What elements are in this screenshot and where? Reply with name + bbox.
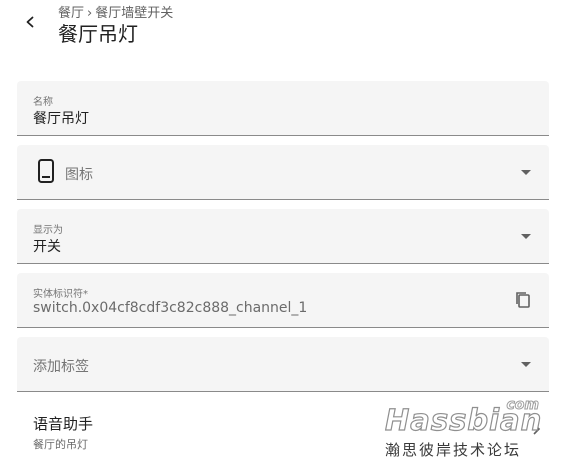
show-as-select[interactable]: 显示为 开关 <box>17 209 549 264</box>
cellphone-icon <box>38 159 54 183</box>
entity-settings-page: 餐厅 › 餐厅墙壁开关 餐厅吊灯 名称 餐厅吊灯 图标 显示为 开关 实体标识符* … <box>0 0 563 467</box>
dropdown-arrow-icon[interactable] <box>521 170 531 175</box>
entity-id-label: 实体标识符* <box>33 289 88 300</box>
header: 餐厅 › 餐厅墙壁开关 餐厅吊灯 <box>0 0 563 60</box>
dropdown-arrow-icon[interactable] <box>521 362 531 367</box>
show-as-label: 显示为 <box>33 225 63 236</box>
dropdown-arrow-icon[interactable] <box>521 234 531 239</box>
entity-id-field[interactable]: 实体标识符* switch.0x04cf8cdf3c82c888_channel… <box>17 273 549 328</box>
labels-placeholder: 添加标签 <box>33 359 89 375</box>
voice-assistant-subtitle: 餐厅的吊灯 <box>33 438 88 451</box>
show-as-value: 开关 <box>33 239 61 255</box>
watermark-brand: Hassbian <box>384 402 543 437</box>
labels-field[interactable]: 添加标签 <box>17 337 549 392</box>
watermark-subtitle: 瀚思彼岸技术论坛 <box>385 441 522 459</box>
name-field[interactable]: 名称 餐厅吊灯 <box>17 81 549 136</box>
page-title: 餐厅吊灯 <box>58 22 138 46</box>
icon-field-placeholder: 图标 <box>65 167 93 183</box>
entity-id-value[interactable]: switch.0x04cf8cdf3c82c888_channel_1 <box>33 300 307 316</box>
watermark: com Hassbian 瀚思彼岸技术论坛 <box>384 393 545 463</box>
chevron-left-icon <box>26 16 34 28</box>
name-field-value[interactable]: 餐厅吊灯 <box>33 108 89 128</box>
icon-picker-field[interactable]: 图标 <box>17 145 549 200</box>
voice-assistant-title: 语音助手 <box>33 415 94 433</box>
copy-icon[interactable] <box>513 290 533 310</box>
name-field-label: 名称 <box>33 97 53 108</box>
back-button[interactable] <box>18 10 42 34</box>
